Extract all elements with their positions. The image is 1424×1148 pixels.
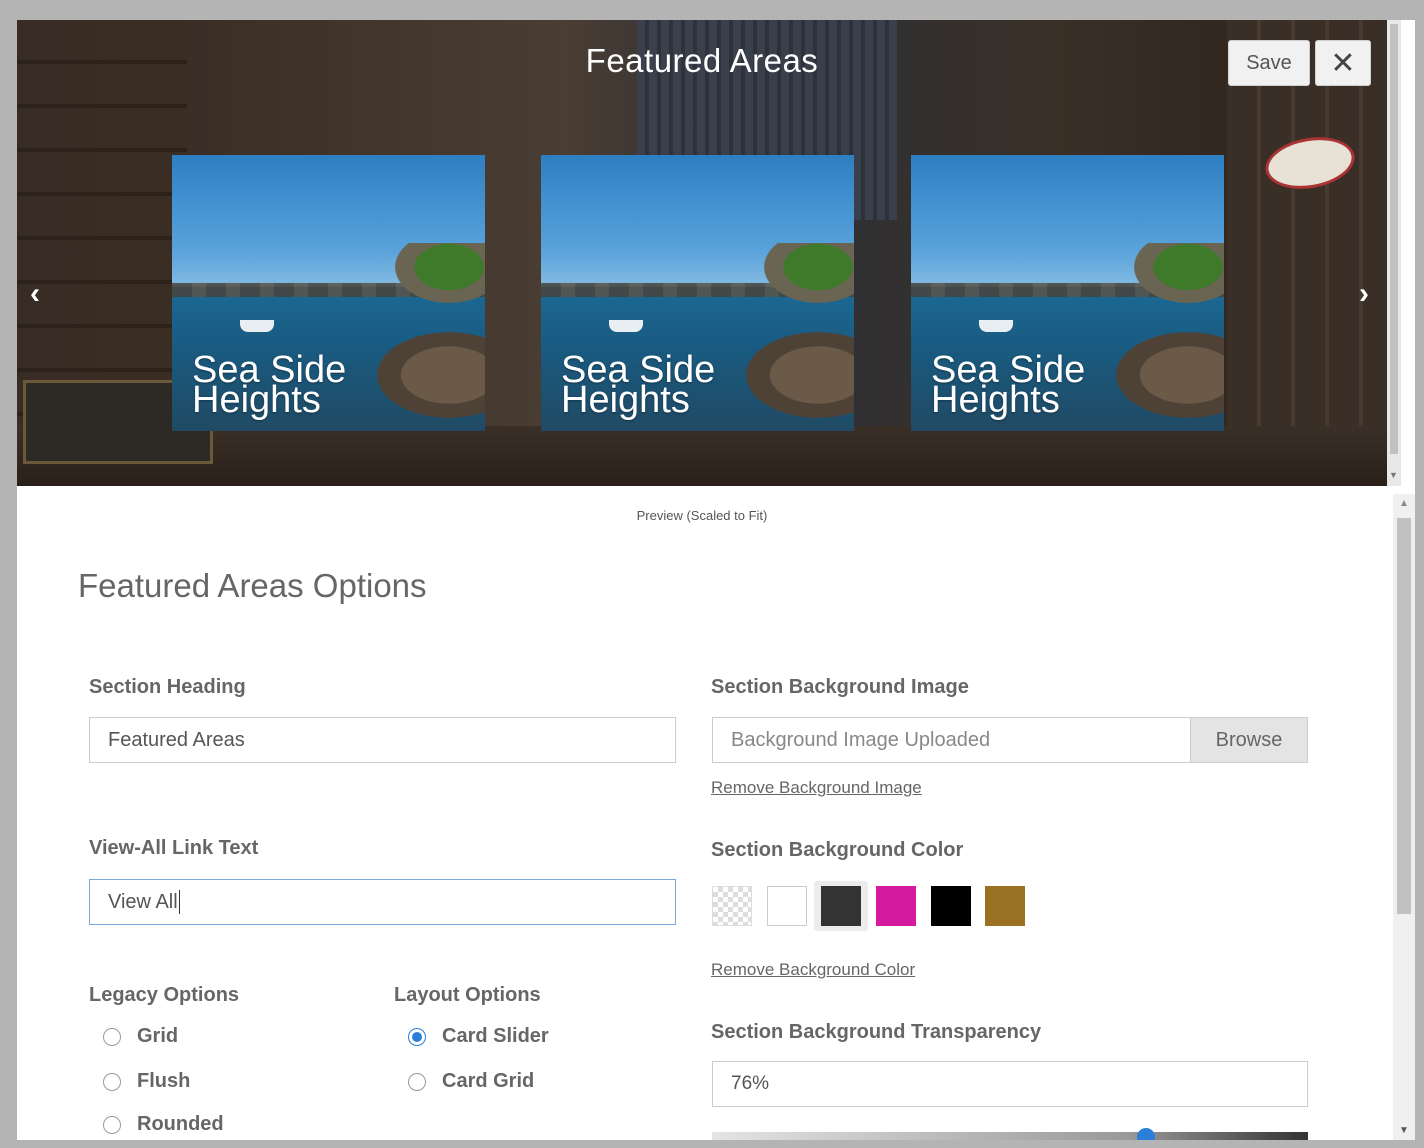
options-title: Featured Areas Options [78,567,427,604]
slider-prev-icon[interactable]: ‹ [20,277,50,311]
text-caret [178,890,180,914]
swatch-white[interactable] [767,886,807,926]
card-caption: Sea Side Heights [931,349,1086,421]
radio-layout-card-grid[interactable]: Card Grid [408,1070,534,1093]
swatch-dark-gray[interactable] [821,886,861,926]
section-heading-input[interactable]: Featured Areas [89,717,676,763]
legacy-options-label: Legacy Options [89,984,240,1006]
layout-options-label: Layout Options [394,984,541,1006]
radio-button[interactable] [103,1072,121,1091]
scrollbar-thumb[interactable] [1397,518,1411,914]
scroll-up-icon[interactable]: ▲ [1399,498,1409,509]
transparency-slider-handle[interactable] [1137,1128,1155,1140]
section-preview: Featured Areas Sea Side Heights Sea Side H… [17,20,1387,486]
radio-legacy-flush[interactable]: Flush [103,1070,190,1093]
radio-legacy-grid[interactable]: Grid [103,1025,178,1048]
background-color-label: Section Background Color [711,839,964,861]
transparency-slider-track[interactable] [712,1132,1308,1140]
radio-layout-card-slider[interactable]: Card Slider [408,1025,549,1048]
card-caption: Sea Side Heights [561,349,716,421]
preview-section-heading: Featured Areas [585,42,819,79]
card-caption: Sea Side Heights [192,349,347,421]
radio-button[interactable] [408,1027,426,1046]
background-image-label: Section Background Image [711,676,969,698]
options-scrollbar[interactable]: ▲ ▼ [1393,494,1415,1140]
featured-area-card[interactable]: Sea Side Heights [172,155,485,431]
transparency-input[interactable]: 76% [712,1061,1308,1107]
preview-scrollbar[interactable]: ▼ [1387,20,1401,486]
featured-area-card[interactable]: Sea Side Heights [911,155,1224,431]
background-image-input[interactable]: Background Image Uploaded [712,717,1192,763]
scroll-down-icon[interactable]: ▼ [1399,1125,1409,1136]
slider-next-icon[interactable]: › [1349,277,1379,311]
swatch-transparent[interactable] [712,886,752,926]
view-all-link-text-label: View-All Link Text [89,837,259,859]
radio-button[interactable] [103,1027,121,1046]
radio-button[interactable] [408,1072,426,1091]
featured-area-card[interactable]: Sea Side Heights [541,155,854,431]
preview-caption: Preview (Scaled to Fit) [636,508,768,523]
browse-button[interactable]: Browse [1190,717,1308,763]
featured-areas-editor-modal: Featured Areas Sea Side Heights Sea Side H… [17,20,1415,1140]
swatch-gold[interactable] [985,886,1025,926]
remove-background-image-link[interactable]: Remove Background Image [711,778,922,798]
radio-button[interactable] [103,1115,121,1134]
radio-legacy-rounded[interactable]: Rounded [103,1113,224,1136]
swatch-black[interactable] [931,886,971,926]
close-icon[interactable]: ✕ [1315,40,1371,86]
section-heading-label: Section Heading [89,676,246,698]
swatch-magenta[interactable] [876,886,916,926]
background-transparency-label: Section Background Transparency [711,1021,1042,1043]
view-all-link-text-input[interactable]: View All [89,879,676,925]
remove-background-color-link[interactable]: Remove Background Color [711,960,915,980]
save-button[interactable]: Save [1228,40,1310,86]
